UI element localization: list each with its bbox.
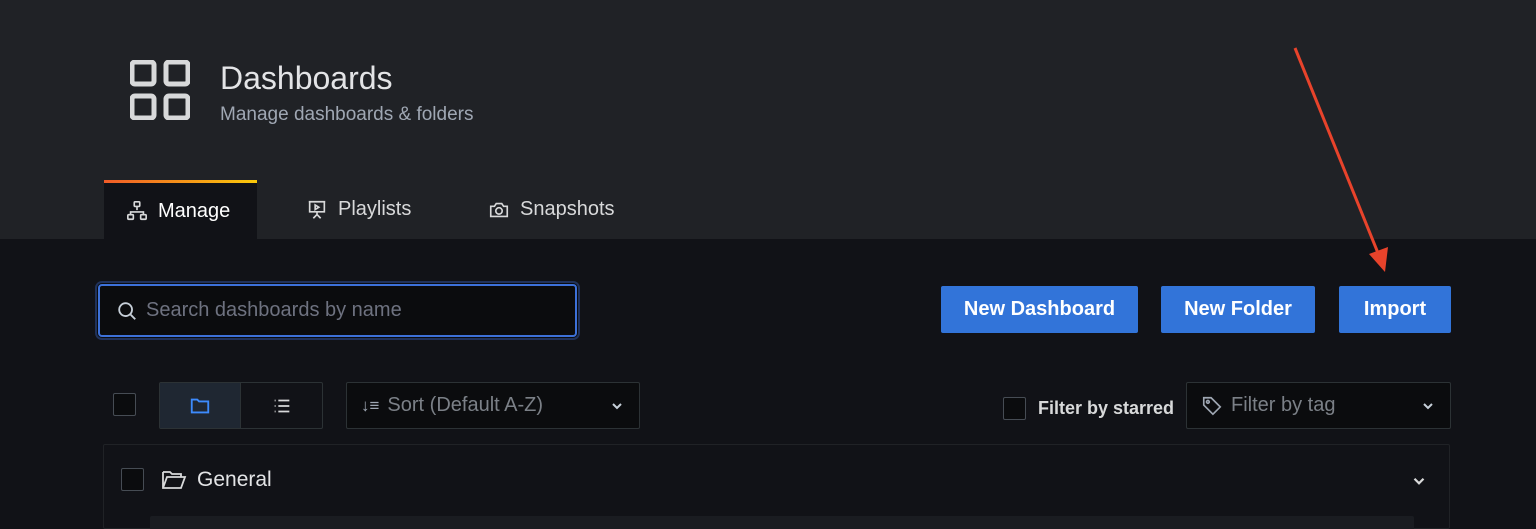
sitemap-icon (127, 201, 147, 221)
sort-icon: ↓≡ (361, 395, 380, 415)
search-input[interactable] (146, 299, 566, 322)
tab-manage-label: Manage (158, 199, 231, 222)
annotation-arrow (1293, 47, 1388, 272)
folder-name: General (197, 468, 272, 491)
chevron-down-icon[interactable] (1410, 472, 1428, 490)
sort-select[interactable]: ↓≡ Sort (Default A-Z) (346, 382, 640, 429)
tab-snapshots[interactable]: Snapshots (466, 180, 637, 239)
folder-icon (190, 398, 210, 413)
filter-starred-label: Filter by starred (1038, 398, 1175, 418)
folder-view-button[interactable] (160, 383, 241, 428)
new-dashboard-button[interactable]: New Dashboard (941, 286, 1138, 333)
filter-starred-checkbox[interactable] (1003, 397, 1026, 420)
list-view-button[interactable] (241, 383, 322, 428)
tab-manage[interactable]: Manage (104, 180, 257, 239)
sort-select-label: Sort (Default A-Z) (387, 394, 544, 416)
tab-playlists[interactable]: Playlists (284, 180, 433, 239)
search-box[interactable] (98, 284, 577, 337)
tag-icon (1202, 396, 1222, 415)
select-all-checkbox[interactable] (113, 393, 136, 416)
page-title: Dashboards (220, 60, 393, 96)
search-icon (118, 301, 136, 320)
presentation-icon (308, 200, 326, 219)
dashboards-grid-icon (130, 60, 190, 120)
folder-open-icon (162, 471, 187, 489)
new-folder-button[interactable]: New Folder (1161, 286, 1315, 333)
import-button[interactable]: Import (1339, 286, 1451, 333)
chevron-down-icon (612, 402, 622, 409)
tab-playlists-label: Playlists (338, 198, 412, 220)
folder-checkbox[interactable] (121, 468, 144, 491)
view-mode-toggle (159, 382, 323, 429)
tab-snapshots-label: Snapshots (520, 198, 615, 220)
tag-filter-placeholder: Filter by tag (1231, 394, 1336, 416)
page-subtitle: Manage dashboards & folders (220, 104, 474, 125)
tag-filter-select[interactable]: Filter by tag (1186, 382, 1451, 429)
camera-icon (489, 202, 509, 217)
dashboard-list-item[interactable] (150, 516, 1414, 529)
chevron-down-icon (1423, 402, 1433, 409)
list-icon (274, 399, 289, 412)
